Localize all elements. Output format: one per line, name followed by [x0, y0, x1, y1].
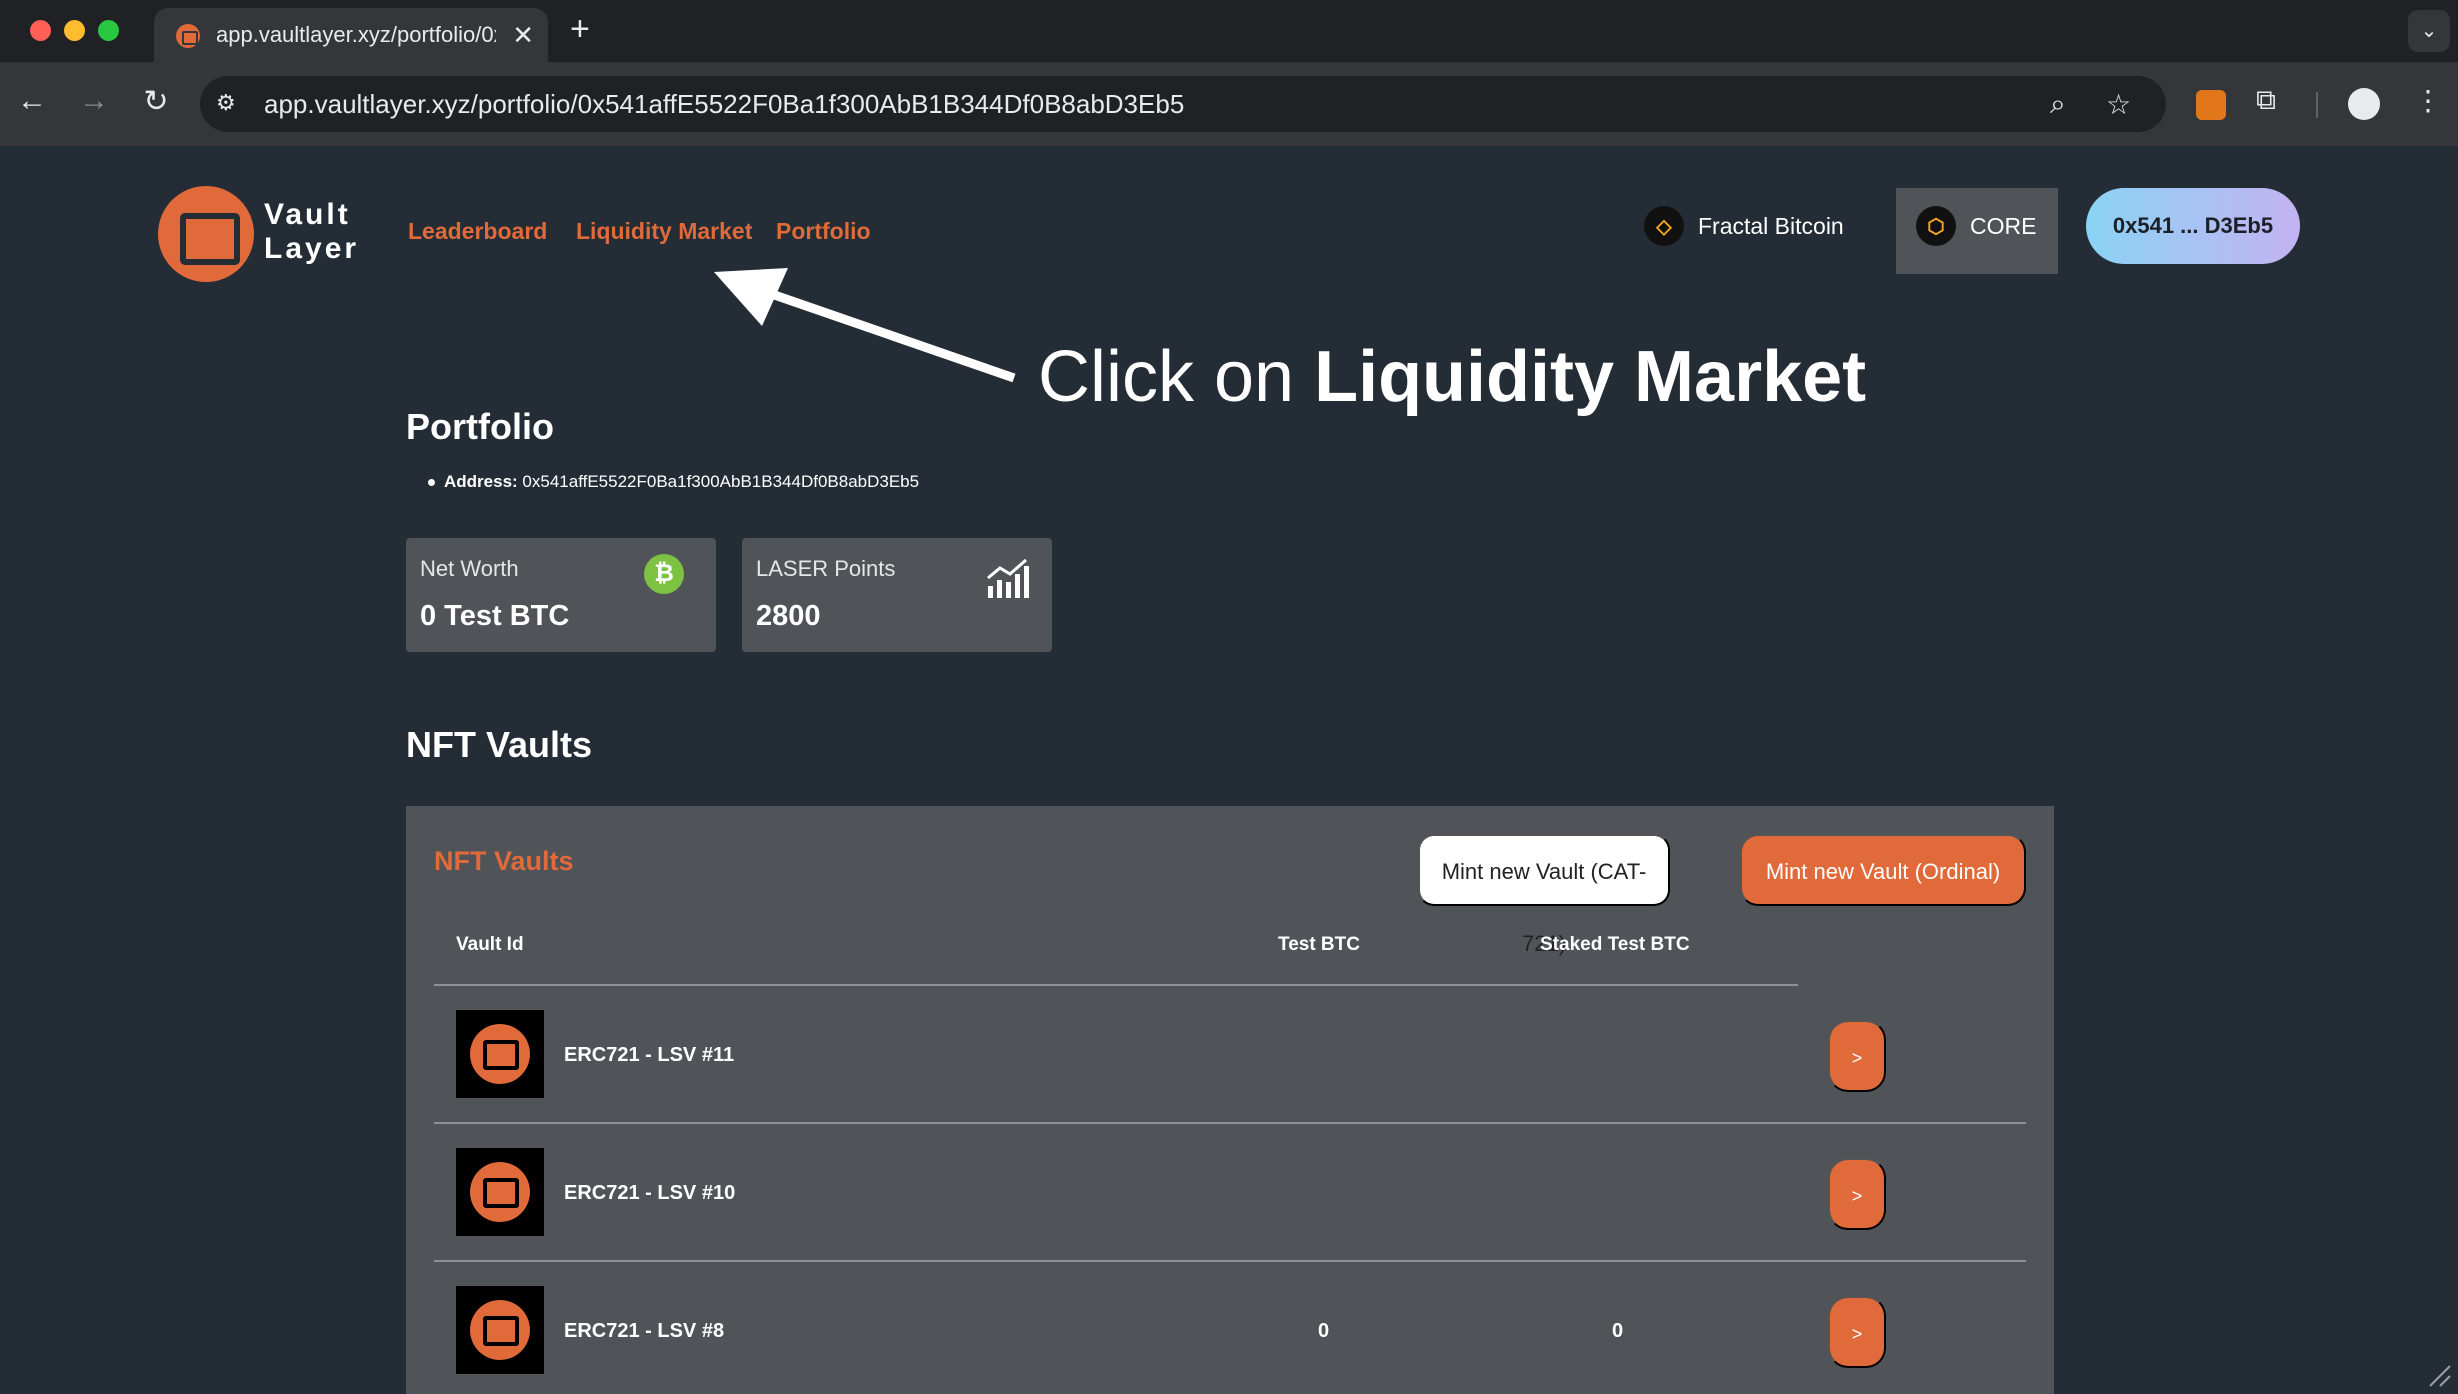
annotation-prefix: Click on	[1038, 337, 1315, 417]
fractal-bitcoin-icon: ◇	[1644, 206, 1684, 246]
nft-vaults-panel: NFT Vaults Mint new Vault (CAT-721) Mint…	[406, 806, 2054, 1394]
column-header-staked-test-btc: Staked Test BTC	[1540, 934, 1690, 955]
extensions-puzzle-icon[interactable]: ⧉	[2256, 84, 2276, 117]
fractal-bitcoin-label: Fractal Bitcoin	[1698, 212, 1844, 239]
close-tab-icon[interactable]: ✕	[512, 20, 534, 51]
laser-points-card: LASER Points 2800	[742, 538, 1052, 652]
logo-line-2: Layer	[264, 232, 360, 265]
table-row: ERC721 - LSV #10 >	[434, 1124, 2026, 1262]
core-network-button[interactable]: ⬡ CORE	[1916, 206, 2036, 246]
wallet-address-line: Address: 0x541affE5522F0Ba1f300AbB1B344D…	[427, 472, 920, 492]
vault-thumbnail	[456, 1010, 544, 1098]
net-worth-value: 0 Test BTC	[420, 600, 570, 632]
browser-tab-bar: app.vaultlayer.xyz/portfolio/0x541affE55…	[0, 0, 2458, 62]
nft-vaults-panel-title: NFT Vaults	[434, 846, 574, 876]
net-worth-label: Net Worth	[420, 556, 519, 581]
bitcoin-icon: ₿	[644, 554, 684, 594]
table-row: ERC721 - LSV #8 0 0 >	[434, 1262, 2026, 1394]
table-row: ERC721 - LSV #11 >	[434, 986, 2026, 1124]
page-title: Portfolio	[406, 406, 554, 447]
core-icon: ⬡	[1916, 206, 1956, 246]
back-arrow-icon[interactable]: ←	[12, 84, 52, 118]
browser-toolbar: ← → ↻ ⚙ app.vaultlayer.xyz/portfolio/0x5…	[0, 62, 2458, 146]
fractal-bitcoin-network-button[interactable]: ◇ Fractal Bitcoin	[1644, 206, 1844, 246]
vault-logo-icon	[470, 1024, 530, 1084]
page-content: Vault Layer Leaderboard Liquidity Market…	[0, 146, 2458, 1394]
vaultlayer-favicon-icon	[176, 24, 200, 48]
tab-title: app.vaultlayer.xyz/portfolio/0x541affE55…	[216, 22, 496, 47]
logo-text[interactable]: Vault Layer	[264, 198, 359, 266]
profile-avatar-icon[interactable]	[2348, 88, 2380, 120]
core-label: CORE	[1970, 212, 2037, 239]
vault-thumbnail	[456, 1286, 544, 1374]
vault-test-btc: 0	[1318, 1320, 1330, 1342]
vault-logo-icon	[470, 1300, 530, 1360]
vault-staked-test-btc: 0	[1612, 1320, 1624, 1342]
browser-tab[interactable]: app.vaultlayer.xyz/portfolio/0x541affE55…	[154, 8, 548, 62]
open-vault-button[interactable]: >	[1828, 1158, 1886, 1230]
toolbar-divider	[2316, 92, 2318, 118]
logo-line-1: Vault	[264, 198, 351, 231]
nft-vaults-heading: NFT Vaults	[406, 724, 593, 765]
address-label: Address:	[444, 472, 518, 491]
url-text[interactable]: app.vaultlayer.xyz/portfolio/0x541affE55…	[264, 89, 1184, 120]
new-tab-button[interactable]: +	[570, 10, 590, 49]
reload-icon[interactable]: ↻	[136, 84, 176, 119]
maximize-window-button[interactable]	[98, 20, 119, 41]
nav-leaderboard-link[interactable]: Leaderboard	[408, 218, 547, 245]
annotation-target: Liquidity Market	[1314, 337, 1867, 417]
vault-name: ERC721 - LSV #8	[564, 1320, 725, 1342]
mint-vault-cat721-button[interactable]: Mint new Vault (CAT-721)	[1418, 834, 1670, 956]
vault-name: ERC721 - LSV #10	[564, 1182, 736, 1204]
annotation-instruction: Click on Liquidity Market	[1038, 336, 1866, 418]
resize-grip-icon[interactable]	[2426, 1362, 2452, 1388]
zoom-icon[interactable]: ⌕	[2050, 88, 2066, 121]
laser-points-value: 2800	[756, 600, 821, 632]
vaultlayer-logo-icon[interactable]	[158, 186, 254, 282]
bookmark-star-icon[interactable]: ☆	[2106, 88, 2131, 121]
site-info-icon[interactable]: ⚙	[216, 90, 244, 118]
close-window-button[interactable]	[30, 20, 51, 41]
address-value: 0x541affE5522F0Ba1f300AbB1B344Df0B8abD3E…	[522, 472, 920, 491]
mint-vault-ordinal-button[interactable]: Mint new Vault (Ordinal)	[1740, 834, 2026, 906]
minimize-window-button[interactable]	[64, 20, 85, 41]
open-vault-button[interactable]: >	[1828, 1296, 1886, 1368]
annotation-arrow-icon	[714, 268, 1016, 383]
metamask-extension-icon[interactable]	[2196, 90, 2226, 120]
vault-thumbnail	[456, 1148, 544, 1236]
column-header-test-btc: Test BTC	[1278, 934, 1360, 955]
nav-portfolio-link[interactable]: Portfolio	[776, 218, 871, 245]
forward-arrow-icon[interactable]: →	[74, 84, 114, 118]
wallet-address-button[interactable]: 0x541 ... D3Eb5	[2086, 188, 2300, 264]
chart-growth-icon	[987, 558, 1029, 598]
address-bar[interactable]: ⚙ app.vaultlayer.xyz/portfolio/0x541affE…	[200, 76, 2166, 132]
column-header-vault-id: Vault Id	[456, 934, 524, 955]
net-worth-card: Net Worth ₿ 0 Test BTC	[406, 538, 716, 652]
laser-points-label: LASER Points	[756, 556, 896, 581]
open-vault-button[interactable]: >	[1828, 1020, 1886, 1092]
vault-logo-icon	[470, 1162, 530, 1222]
browser-menu-icon[interactable]: ⋮	[2414, 84, 2442, 117]
vault-name: ERC721 - LSV #11	[564, 1044, 735, 1066]
tab-search-chevron-icon[interactable]: ⌄	[2408, 10, 2450, 52]
nav-liquidity-market-link[interactable]: Liquidity Market	[576, 218, 752, 245]
